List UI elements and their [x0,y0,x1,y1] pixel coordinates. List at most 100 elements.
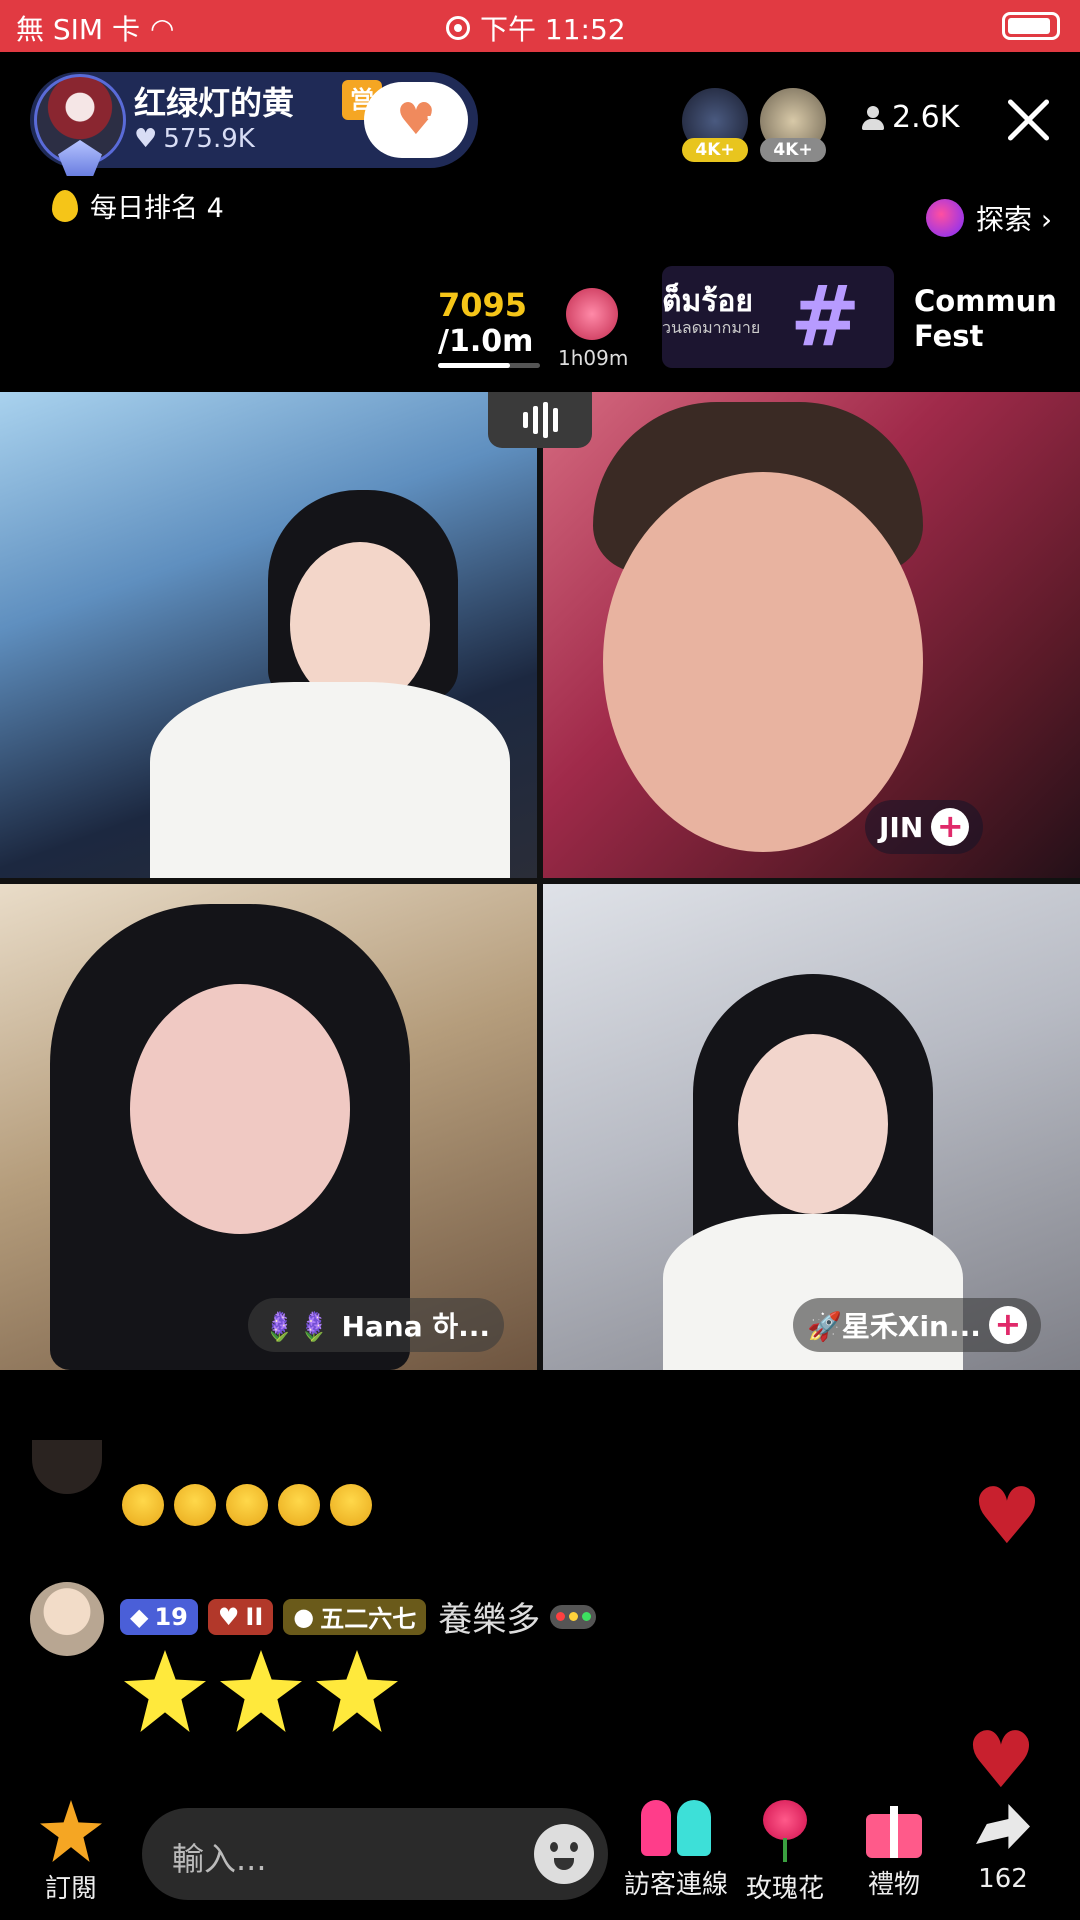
host-card[interactable]: 红绿灯的黄 営 ♥ 575.9K ♥ 7 [30,72,478,176]
guest-name-pill-3[interactable]: 🚀星禾Xin... + [793,1298,1041,1352]
follow-count: 7 [426,112,441,136]
chat-message-emoji-row [122,1484,372,1526]
goal-progress-bar [438,363,540,368]
flame-icon [52,189,78,222]
top-viewer-avatar-2[interactable]: 4K+ [760,88,826,162]
video-face [130,984,350,1234]
star-sticker-icon [316,1650,398,1732]
gift-label: 禮物 [867,1870,920,1900]
video-tile-guest-1[interactable]: JIN + [543,392,1080,878]
hashtag-icon: # [790,267,861,365]
daily-ranking-label: 每日排名 4 [90,193,224,224]
top-viewer-badge-1: 4K+ [682,138,748,162]
carrier-status: 無 SIM 卡 ◠ [16,8,174,48]
video-tile-guest-3[interactable]: 🚀星禾Xin... + [543,884,1080,1370]
event-banner[interactable]: ต็มร้อย วนลดมากมาย # [662,266,894,368]
chat-avatar[interactable] [30,1582,104,1656]
club-icon: ● [293,1602,315,1631]
share-button[interactable]: 162 [972,1800,1034,1894]
guest-connect-label: 訪客連線 [624,1870,729,1900]
video-face [738,1034,888,1214]
laugh-emoji-icon [330,1484,372,1526]
subscribe-button[interactable]: 訂閱 [40,1800,102,1905]
laugh-emoji-icon [278,1484,320,1526]
planet-icon [926,199,964,237]
rose-button[interactable]: 玫瑰花 [746,1800,824,1905]
chat-user-badges: ◆ 19 ♥ II ● 五二六七 養樂多 [120,1592,597,1641]
share-icon [972,1800,1034,1858]
club-badge: ● 五二六七 [283,1598,427,1635]
gift-icon [866,1800,922,1858]
video-tile-host[interactable] [0,392,537,878]
viewer-count[interactable]: 2.6K [862,100,959,135]
star-sticker-icon [124,1650,206,1732]
heart-icon: ♥ [134,124,158,154]
host-likes-value: 575.9K [163,124,255,154]
explore-label: 探索 › [976,203,1053,236]
goal-current: 7095 [438,286,528,324]
rose-icon [757,1800,813,1862]
laugh-emoji-icon [122,1484,164,1526]
viewer-count-value: 2.6K [892,100,960,135]
chat-avatar-partial[interactable] [32,1440,102,1494]
top-viewer-avatar-1[interactable]: 4K+ [682,88,748,162]
guest-connect-icon [637,1800,715,1858]
fan-badge-value: II [245,1602,264,1631]
fan-badge: ♥ II [207,1598,274,1635]
traffic-light-icon [550,1604,597,1629]
video-face [603,472,923,852]
guest-name-3: 🚀星禾Xin... [807,1310,981,1343]
daily-ranking[interactable]: 每日排名 4 [52,186,224,225]
subscribe-star-icon [40,1800,102,1862]
follow-button[interactable]: ♥ 7 [364,82,468,158]
event-title[interactable]: Commun Fest [914,284,1057,354]
guest-connect-button[interactable]: 訪客連線 [624,1800,728,1901]
time-status: 下午 11:52 [446,8,626,48]
comment-input[interactable]: 輸入... [142,1808,608,1900]
top-viewer-badge-2: 4K+ [760,138,826,162]
follow-guest-3-plus-icon[interactable]: + [988,1306,1027,1344]
goal-progress[interactable]: 7095 /1.0m [438,286,540,368]
follow-guest-1-plus-icon[interactable]: + [931,808,970,846]
guest-name-pill-1[interactable]: JIN + [865,800,984,854]
host-name: 红绿灯的黄 [134,84,295,122]
video-shirt [150,682,510,878]
audio-wave-icon[interactable] [488,392,592,448]
goal-progress-fill [438,363,511,368]
diamond-icon: ◆ [130,1602,149,1631]
chat-username[interactable]: 養樂多 [438,1592,540,1641]
floating-heart-icon: ♥ [972,1472,1042,1562]
emoji-icon[interactable] [534,1824,594,1884]
gift-button[interactable]: 禮物 [866,1800,922,1901]
laugh-emoji-icon [174,1484,216,1526]
guest-name-1: JIN [879,810,924,844]
video-tile-guest-2[interactable]: 🪻🪻 Hana 하... [0,884,537,1370]
status-bar: 無 SIM 卡 ◠ 下午 11:52 [0,0,1080,52]
guest-name-pill-2[interactable]: 🪻🪻 Hana 하... [248,1298,505,1352]
rose-label: 玫瑰花 [746,1874,825,1904]
event-thai-subtitle: วนลดมากมาย [662,318,761,337]
close-icon[interactable] [1004,96,1052,144]
event-title-line2: Fest [914,319,984,353]
clock: 下午 11:52 [480,13,626,46]
level-badge-value: 19 [154,1602,188,1631]
guest-name-2: 🪻🪻 Hana 하... [262,1310,491,1343]
host-likes: ♥ 575.9K [134,124,255,154]
explore-button[interactable]: 探索 › [926,198,1052,238]
video-grid: JIN + 🪻🪻 Hana 하... 🚀星禾Xin... + [0,392,1080,1370]
fan-heart-icon: ♥ [217,1602,240,1631]
event-title-line1: Commun [914,284,1057,318]
bottom-bar: 訂閱 輸入... 訪客連線 玫瑰花 禮物 162 [0,1800,1080,1920]
floating-heart-icon: ♥ [966,1716,1036,1806]
comment-input-placeholder: 輸入... [172,1840,267,1878]
treasure-gift-icon[interactable] [566,288,618,340]
club-badge-value: 五二六七 [320,1605,417,1633]
battery-icon [1002,12,1060,40]
gift-timer: 1h09m [558,346,629,370]
level-badge: ◆ 19 [120,1598,198,1635]
laugh-emoji-icon [226,1484,268,1526]
star-sticker-icon [220,1650,302,1732]
screen-record-icon [446,16,470,40]
share-count: 162 [978,1864,1028,1894]
goal-total: /1.0m [438,324,534,359]
